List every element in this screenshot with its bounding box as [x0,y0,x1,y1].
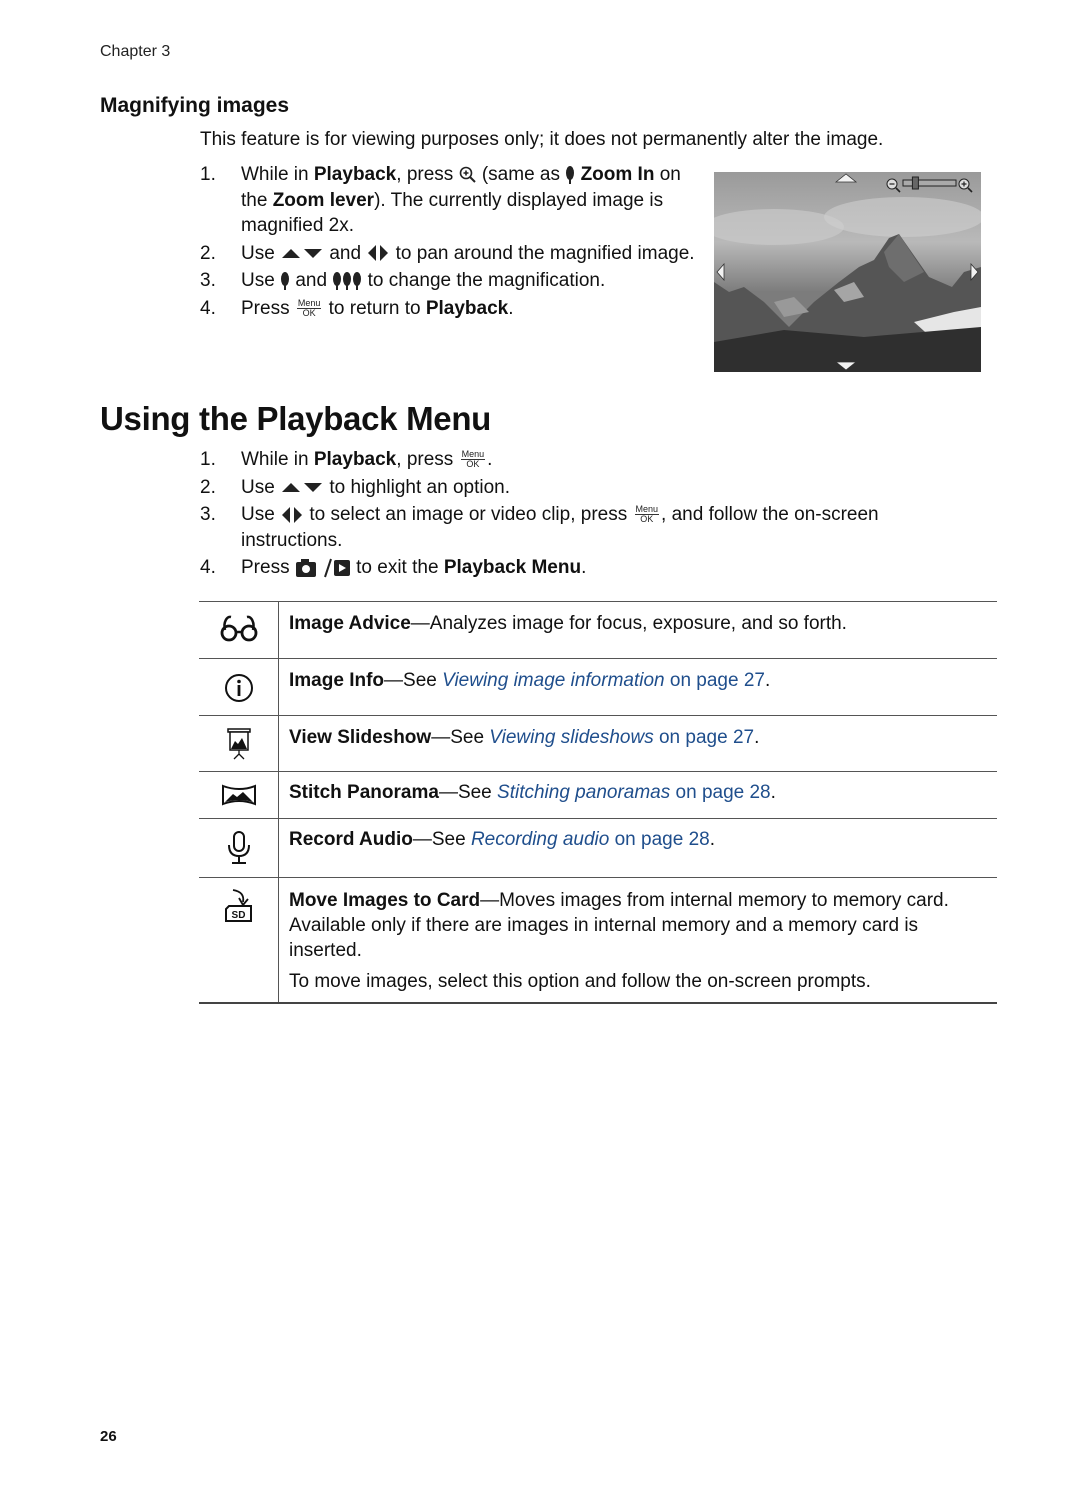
single-tree-icon [281,271,290,290]
svg-text:SD: SD [231,910,245,921]
move-images-note: To move images, select this option and f… [289,971,871,992]
section-title-playback-menu: Using the Playback Menu [100,400,492,437]
left-right-arrows-icon [282,506,303,523]
playback-step-2: 2. Use to highlight an option. [200,476,510,498]
move-to-sd-card-icon: SD [224,889,252,922]
magnify-step-3: 3. Use and to change the magnification. [200,270,606,291]
magnify-step-1: 1. While in Playback, press (same as Zoo… [200,164,681,236]
zoom-in-magnifier-icon [459,166,476,183]
link-viewing-image-information[interactable]: Viewing image information [442,670,665,691]
up-down-arrows-icon [282,249,323,259]
menu-ok-button-icon: Menu OK [634,504,660,525]
chapter-header: Chapter 3 [100,43,171,60]
info-icon [224,674,253,702]
microphone-icon [227,831,250,864]
menu-row-stitch-panorama: Stitch Panorama—See Stitching panoramas … [199,771,997,819]
section-title-magnifying: Magnifying images [100,94,290,117]
mountain-photo [714,172,981,372]
magnify-steps: 1. While in Playback, press (same as Zoo… [200,162,705,323]
magnify-step-2: 2. Use and to pan around the magnified i… [200,242,695,264]
up-down-arrows-icon [282,483,323,493]
playback-step-3: 3. Use to select an image or video clip,… [200,504,879,551]
link-viewing-slideshows[interactable]: Viewing slideshows [489,727,653,748]
playback-step-1: 1. While in Playback, press Menu OK. [200,449,493,470]
magnify-intro: This feature is for viewing purposes onl… [200,129,884,150]
link-stitching-panoramas[interactable]: Stitching panoramas [497,782,670,803]
menu-row-image-advice: Image Advice—Analyzes image for focus, e… [199,601,997,659]
menu-row-record-audio: Record Audio—See Recording audio on page… [199,818,997,878]
menu-row-image-info: Image Info—See Viewing image information… [199,658,997,716]
camera-playback-toggle-icon [295,558,350,578]
playback-menu-table: Image Advice—Analyzes image for focus, e… [199,601,997,1004]
menu-row-view-slideshow: View Slideshow—See Viewing slideshows on… [199,715,997,772]
three-trees-icon [333,271,362,290]
playback-step-4: 4. Press to exit the Playback Menu. [200,557,587,578]
panorama-icon [221,784,256,806]
single-tree-zoom-in-icon [566,165,575,184]
menu-row-move-images-to-card: SD Move Images to Card—Moves images from… [199,877,997,1004]
page-number: 26 [100,1428,117,1445]
link-recording-audio[interactable]: Recording audio [471,829,609,850]
magnify-step-4: 4. Press Menu OK to return to Playback. [200,297,514,319]
playback-steps: 1. While in Playback, press Menu OK. 2. U… [200,447,960,583]
slideshow-icon [226,728,251,760]
glasses-icon [220,615,257,642]
menu-ok-button-icon: Menu OK [460,449,486,470]
magnified-photo-screen [714,172,981,372]
menu-ok-button-icon: Menu OK [296,297,322,318]
left-right-arrows-icon [368,245,389,262]
